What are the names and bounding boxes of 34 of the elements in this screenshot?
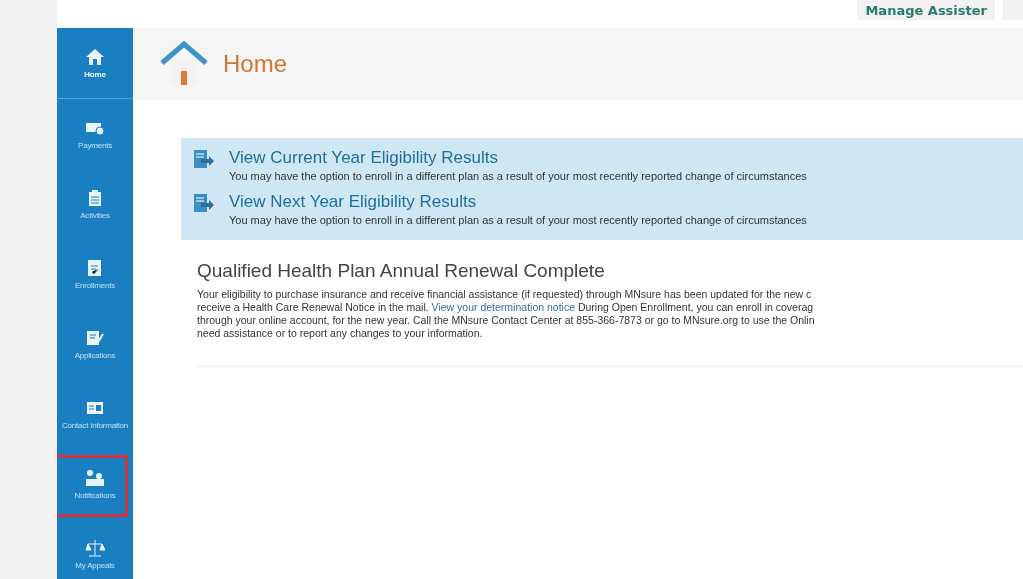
edit-icon	[85, 328, 105, 347]
sidebar-label: Notifications	[74, 490, 116, 500]
scales-icon	[85, 538, 105, 557]
notice-text: Your eligibility to purchase insurance and receive financial assistance (if requested) through MNsure has been updated for the new c	[197, 288, 813, 301]
sidebar-item[interactable]: Payments	[57, 99, 133, 169]
sidebar-label: Applications	[74, 350, 116, 360]
document-arrow-icon	[193, 192, 215, 214]
house-icon	[85, 47, 105, 66]
eligibility-description: You may have the option to enroll in a different plan as a result of your most recently reported change of circumstances	[229, 170, 807, 182]
eligibility-link[interactable]: View Current Year Eligibility Results	[229, 148, 807, 168]
document-arrow-icon	[193, 148, 215, 170]
notice-text: through your online account, for the new year. Call the MNsure Contact Center at 855-366-7873 or go to MNsure.org to use the Onlin	[197, 314, 816, 327]
determination-notice-link[interactable]: View your determination notice	[431, 301, 575, 313]
notice-text: receive a Health Care Renewal Notice in the mail. View your determination notice During Open Enrollment, you can enroll in coverag	[197, 301, 815, 314]
sidebar-label: My Appeals	[75, 560, 115, 570]
sidebar-label: Enrollments	[74, 280, 115, 290]
eligibility-description: You may have the option to enroll in a different plan as a result of your most recently reported change of circumstances	[229, 214, 807, 226]
sidebar-label: Home	[84, 69, 106, 79]
notice-heading: Qualified Health Plan Annual Renewal Complete	[197, 260, 606, 282]
sidebar-item[interactable]: Notifications	[57, 449, 133, 519]
sidebar-item[interactable]: Enrollments	[57, 239, 133, 309]
eligibility-link[interactable]: View Next Year Eligibility Results	[229, 192, 807, 212]
sidebar-item[interactable]: Contact Information	[57, 379, 133, 449]
sidebar-label: Payments	[78, 140, 112, 150]
people-icon	[85, 468, 105, 487]
house-icon	[159, 41, 209, 87]
manage-assister-button[interactable]: Manage Assister	[857, 0, 995, 20]
sidebar-item[interactable]: Activities	[57, 169, 133, 239]
sidebar-item[interactable]: My Appeals	[57, 519, 133, 579]
sidebar-item[interactable]: Applications	[57, 309, 133, 379]
page-title: Home	[223, 50, 288, 78]
sidebar-label: Contact Information	[62, 420, 128, 430]
notice-text: need assistance or to report any changes to your information.	[197, 327, 484, 340]
sidebar-label: Activities	[80, 210, 110, 220]
